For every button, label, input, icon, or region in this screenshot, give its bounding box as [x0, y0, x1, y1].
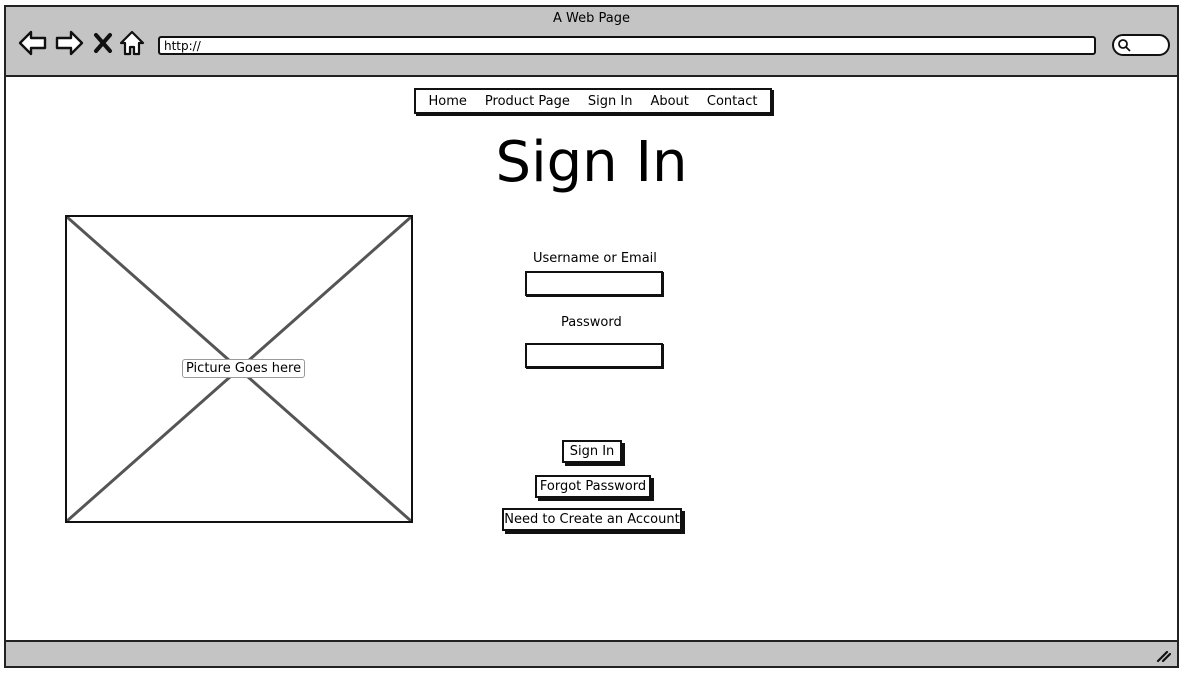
url-input[interactable]: [158, 36, 1096, 55]
sign-in-button[interactable]: Sign In: [562, 440, 622, 463]
nav-menu: Home Product Page Sign In About Contact: [414, 88, 772, 114]
close-x-icon[interactable]: [92, 29, 114, 57]
browser-window: A Web Page Home Product Page Sign In Abo…: [4, 5, 1179, 668]
home-icon[interactable]: [119, 29, 145, 57]
username-input[interactable]: [525, 271, 663, 296]
search-icon: [1118, 39, 1131, 52]
page-title: Sign In: [495, 130, 688, 195]
forgot-password-button[interactable]: Forgot Password: [535, 475, 651, 498]
nav-item-about[interactable]: About: [650, 94, 688, 109]
browser-statusbar: [6, 640, 1177, 666]
image-placeholder-label: Picture Goes here: [182, 359, 306, 378]
nav-item-product-page[interactable]: Product Page: [485, 94, 570, 109]
search-button[interactable]: [1112, 34, 1170, 56]
browser-titlebar: A Web Page: [6, 7, 1177, 77]
forward-arrow-icon[interactable]: [54, 29, 84, 57]
nav-item-contact[interactable]: Contact: [707, 94, 758, 109]
password-label: Password: [561, 315, 622, 330]
username-label: Username or Email: [533, 251, 657, 266]
resize-grip-icon[interactable]: [1155, 647, 1171, 663]
password-input[interactable]: [525, 343, 663, 368]
nav-item-sign-in[interactable]: Sign In: [588, 94, 633, 109]
window-title: A Web Page: [553, 11, 630, 26]
nav-item-home[interactable]: Home: [429, 94, 467, 109]
create-account-button[interactable]: Need to Create an Account: [502, 508, 682, 531]
back-arrow-icon[interactable]: [18, 29, 48, 57]
